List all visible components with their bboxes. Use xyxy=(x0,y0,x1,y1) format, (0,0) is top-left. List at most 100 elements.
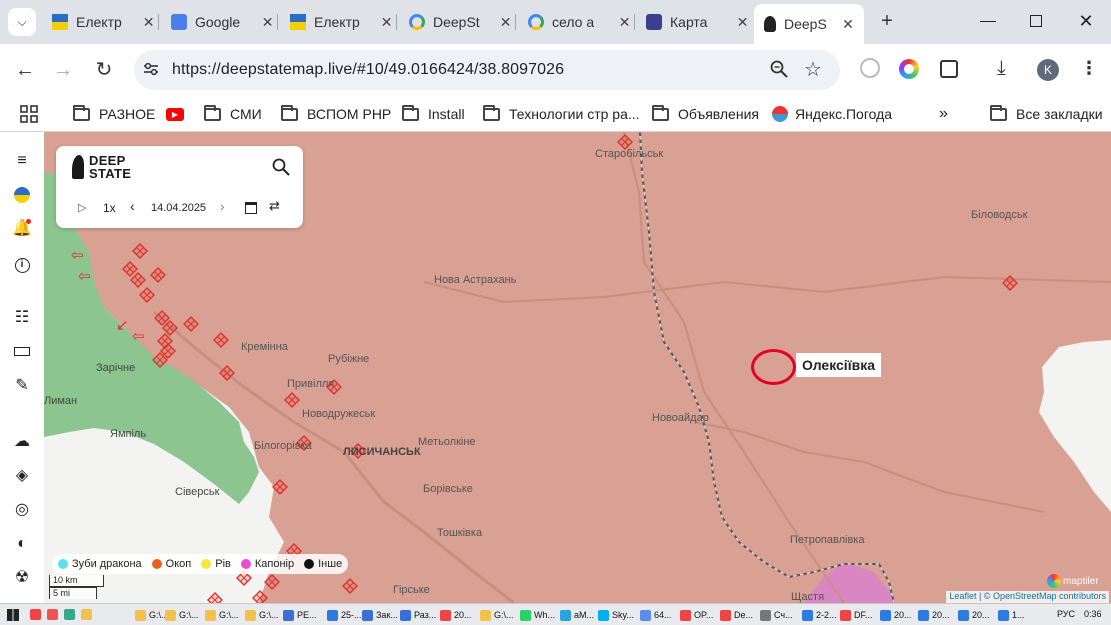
close-icon[interactable]: ✕ xyxy=(840,16,856,33)
taskbar-app[interactable]: 25-... xyxy=(327,608,362,622)
weather-cloud-icon[interactable]: ☁ xyxy=(11,431,33,453)
taskbar-app[interactable]: 1... xyxy=(998,608,1025,622)
taskbar-app[interactable]: G:\... xyxy=(205,608,239,622)
close-icon[interactable]: ✕ xyxy=(141,14,156,31)
pinned-app-icon[interactable] xyxy=(64,609,75,620)
play-button[interactable]: ▷ xyxy=(78,201,86,214)
system-clock[interactable]: 0:36 xyxy=(1084,609,1102,619)
taskbar-app[interactable]: 64... xyxy=(640,608,672,622)
pinned-app-icon[interactable] xyxy=(81,609,92,620)
compare-arrows-icon[interactable]: ⇄ xyxy=(269,198,280,214)
bookmark-folder-smi[interactable]: СМИ xyxy=(204,102,262,126)
all-bookmarks[interactable]: Все закладки xyxy=(990,102,1103,126)
close-icon[interactable]: ✕ xyxy=(379,14,394,31)
filters-sliders-icon[interactable]: ☷ xyxy=(11,307,33,329)
profile-avatar[interactable]: K xyxy=(1037,59,1059,81)
bookmark-folder-install[interactable]: Install xyxy=(402,102,465,126)
tab-4[interactable]: DeepSt ✕ xyxy=(409,6,513,38)
pinned-app-icon[interactable] xyxy=(30,609,41,620)
new-tab-button[interactable]: + xyxy=(876,10,898,32)
taskbar-app[interactable]: 20... xyxy=(440,608,472,622)
bookmark-youtube[interactable]: ▶ xyxy=(166,102,184,126)
radiation-icon[interactable]: ☢ xyxy=(11,567,33,589)
osm-attribution[interactable]: | © OpenStreetMap contributors xyxy=(979,591,1106,601)
search-icon[interactable] xyxy=(272,158,290,176)
bookmark-folder-tech[interactable]: Технологии стр ра... xyxy=(483,102,640,126)
close-icon[interactable]: ✕ xyxy=(498,14,513,31)
taskbar-app[interactable]: 20... xyxy=(958,608,990,622)
taskbar-app[interactable]: Сч... xyxy=(760,608,793,622)
taskbar-app[interactable]: DF... xyxy=(840,608,873,622)
taskbar-app[interactable]: G:\... xyxy=(165,608,199,622)
tab-7-active[interactable]: DeepS ✕ xyxy=(754,4,864,44)
speed-button[interactable]: 1x xyxy=(103,201,116,215)
extension-disabled-icon[interactable] xyxy=(860,58,880,78)
hamburger-menu-icon[interactable]: ≡ xyxy=(11,150,33,172)
bookmark-star-icon[interactable]: ☆ xyxy=(804,57,822,82)
bookmark-yandex-weather[interactable]: Яндекс.Погода xyxy=(772,102,892,126)
tab-search-button[interactable]: ⌵ xyxy=(8,8,36,36)
tab-2[interactable]: Google ✕ xyxy=(171,6,275,38)
bookmark-folder-vspom[interactable]: ВСПОМ РНР xyxy=(281,102,391,126)
bookmarks-overflow-icon[interactable]: » xyxy=(939,102,948,126)
highlight-label[interactable]: Олексіївка xyxy=(796,353,882,377)
maximize-button[interactable] xyxy=(1030,15,1042,27)
taskbar-app[interactable]: 2-2... xyxy=(802,608,837,622)
ukraine-flag-icon[interactable] xyxy=(11,184,33,206)
tab-6[interactable]: Карта ✕ xyxy=(646,6,750,38)
fire-icon[interactable]: ◐ xyxy=(11,533,33,555)
calendar-icon[interactable] xyxy=(245,202,257,214)
menu-kebab-icon[interactable]: ⋮ xyxy=(1080,58,1098,79)
tab-3[interactable]: Електр ✕ xyxy=(290,6,394,38)
bookmark-folder-raznoe[interactable]: РАЗНОЕ xyxy=(73,102,155,126)
ruler-icon[interactable] xyxy=(11,341,33,363)
back-button[interactable]: ← xyxy=(13,58,37,82)
bell-notification-icon[interactable]: 🔔 xyxy=(11,218,33,240)
attack-arrow-icon: ⇦ xyxy=(78,267,91,285)
forward-button[interactable]: → xyxy=(51,58,75,82)
taskbar-app[interactable]: Раз... xyxy=(400,608,436,622)
url-text[interactable]: https://deepstatemap.live/#10/49.0166424… xyxy=(172,61,564,79)
taskbar-app[interactable]: G:\... xyxy=(480,608,514,622)
extensions-puzzle-icon[interactable] xyxy=(940,60,958,78)
system-lang[interactable]: РУС xyxy=(1057,609,1075,619)
minimize-button[interactable] xyxy=(980,12,996,22)
app-icon xyxy=(480,609,491,621)
color-extension-icon[interactable] xyxy=(899,59,919,79)
close-icon[interactable]: ✕ xyxy=(617,14,632,31)
prev-date-button[interactable]: ‹ xyxy=(130,198,135,214)
download-icon[interactable]: ⤓ xyxy=(997,57,1006,80)
tab-1[interactable]: Електр ✕ xyxy=(52,6,156,38)
date-value[interactable]: 14.04.2025 xyxy=(151,202,206,214)
legend-item: Інше xyxy=(304,558,342,570)
place-label: Гірське xyxy=(393,584,430,596)
close-window-button[interactable]: ✕ xyxy=(1076,10,1096,32)
taskbar-app[interactable]: aM... xyxy=(560,608,594,622)
close-icon[interactable]: ✕ xyxy=(735,14,750,31)
taskbar-app[interactable]: Sky... xyxy=(598,608,634,622)
tab-5[interactable]: село а ✕ xyxy=(528,6,632,38)
close-icon[interactable]: ✕ xyxy=(260,14,275,31)
reload-button[interactable]: ↻ xyxy=(92,58,116,82)
apps-grid-icon[interactable] xyxy=(20,105,38,123)
pinned-app-icon[interactable] xyxy=(47,609,58,620)
windows-start-icon[interactable] xyxy=(7,609,19,621)
taskbar-app[interactable]: Wh... xyxy=(520,608,555,622)
taskbar-app[interactable]: De... xyxy=(720,608,753,622)
layers-icon[interactable]: ◈ xyxy=(11,465,33,487)
info-icon[interactable]: i xyxy=(11,252,33,274)
leaflet-link[interactable]: Leaflet xyxy=(949,591,976,601)
zoom-icon[interactable] xyxy=(770,60,788,78)
taskbar-app[interactable]: Зак... xyxy=(362,608,398,622)
taskbar-app[interactable]: G:\... xyxy=(245,608,279,622)
site-info-icon[interactable] xyxy=(143,61,159,77)
taskbar-app[interactable]: PE... xyxy=(283,608,317,622)
taskbar-app[interactable]: G:\... xyxy=(135,608,169,622)
taskbar-app[interactable]: OP... xyxy=(680,608,713,622)
radar-icon[interactable]: ◎ xyxy=(11,499,33,521)
next-date-button[interactable]: › xyxy=(220,198,225,214)
taskbar-app[interactable]: 20... xyxy=(918,608,950,622)
bookmark-folder-ads[interactable]: Объявления xyxy=(652,102,759,126)
draw-pencil-icon[interactable]: ✎ xyxy=(11,375,33,397)
taskbar-app[interactable]: 20... xyxy=(880,608,912,622)
